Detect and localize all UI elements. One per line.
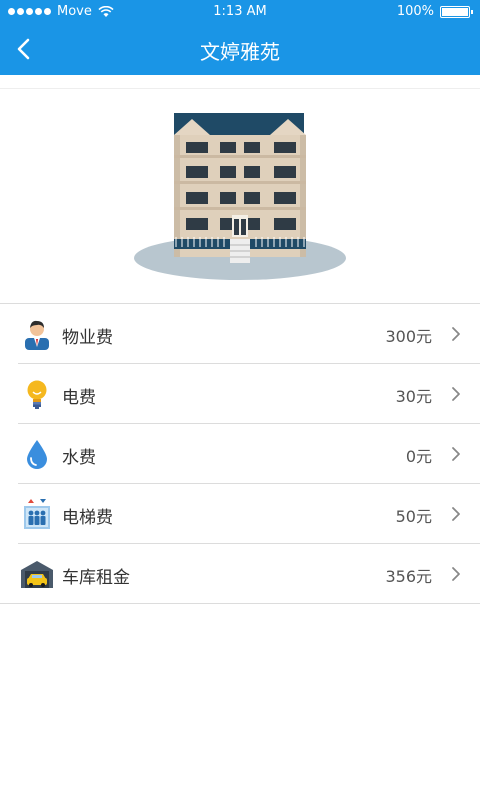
- fee-label: 电梯费: [62, 508, 113, 528]
- status-bar: Move 1:13 AM 100%: [0, 0, 480, 24]
- fee-amount: 50元: [395, 507, 432, 526]
- fee-row-electricity[interactable]: 电费 30元: [0, 364, 480, 424]
- fee-amount: 356元: [385, 567, 432, 586]
- building-banner: [0, 88, 480, 302]
- nav-bar: 文婷雅苑: [0, 24, 480, 75]
- garage-car-icon: [21, 561, 53, 588]
- fee-label: 水费: [62, 448, 96, 468]
- chevron-right-icon: [452, 327, 460, 341]
- fee-label: 电费: [62, 388, 96, 408]
- fee-row-garage[interactable]: 车库租金 356元: [0, 544, 480, 604]
- fee-list: 物业费 300元 电费 30元 水费 0元 电梯费 50元 车库租金 356元: [0, 303, 480, 604]
- property-manager-icon: [25, 320, 49, 350]
- fee-label: 车库租金: [62, 568, 130, 588]
- fee-amount: 30元: [395, 387, 432, 406]
- lightbulb-icon: [27, 380, 47, 409]
- fee-row-elevator[interactable]: 电梯费 50元: [0, 484, 480, 544]
- elevator-icon: [24, 499, 50, 529]
- apartment-building-illustration: [134, 113, 346, 280]
- chevron-right-icon: [452, 567, 460, 581]
- fee-amount: 0元: [405, 447, 432, 466]
- battery-icon: [440, 5, 473, 18]
- chevron-right-icon: [452, 507, 460, 521]
- chevron-right-icon: [452, 387, 460, 401]
- battery-label: 100%: [396, 4, 434, 19]
- fee-label: 物业费: [62, 328, 113, 348]
- page-title: 文婷雅苑: [200, 40, 280, 64]
- status-right: 100%: [396, 4, 473, 19]
- fee-row-water[interactable]: 水费 0元: [0, 424, 480, 484]
- water-drop-icon: [27, 440, 47, 469]
- chevron-right-icon: [452, 447, 460, 461]
- fee-row-property[interactable]: 物业费 300元: [0, 304, 480, 364]
- fee-amount: 300元: [385, 327, 432, 346]
